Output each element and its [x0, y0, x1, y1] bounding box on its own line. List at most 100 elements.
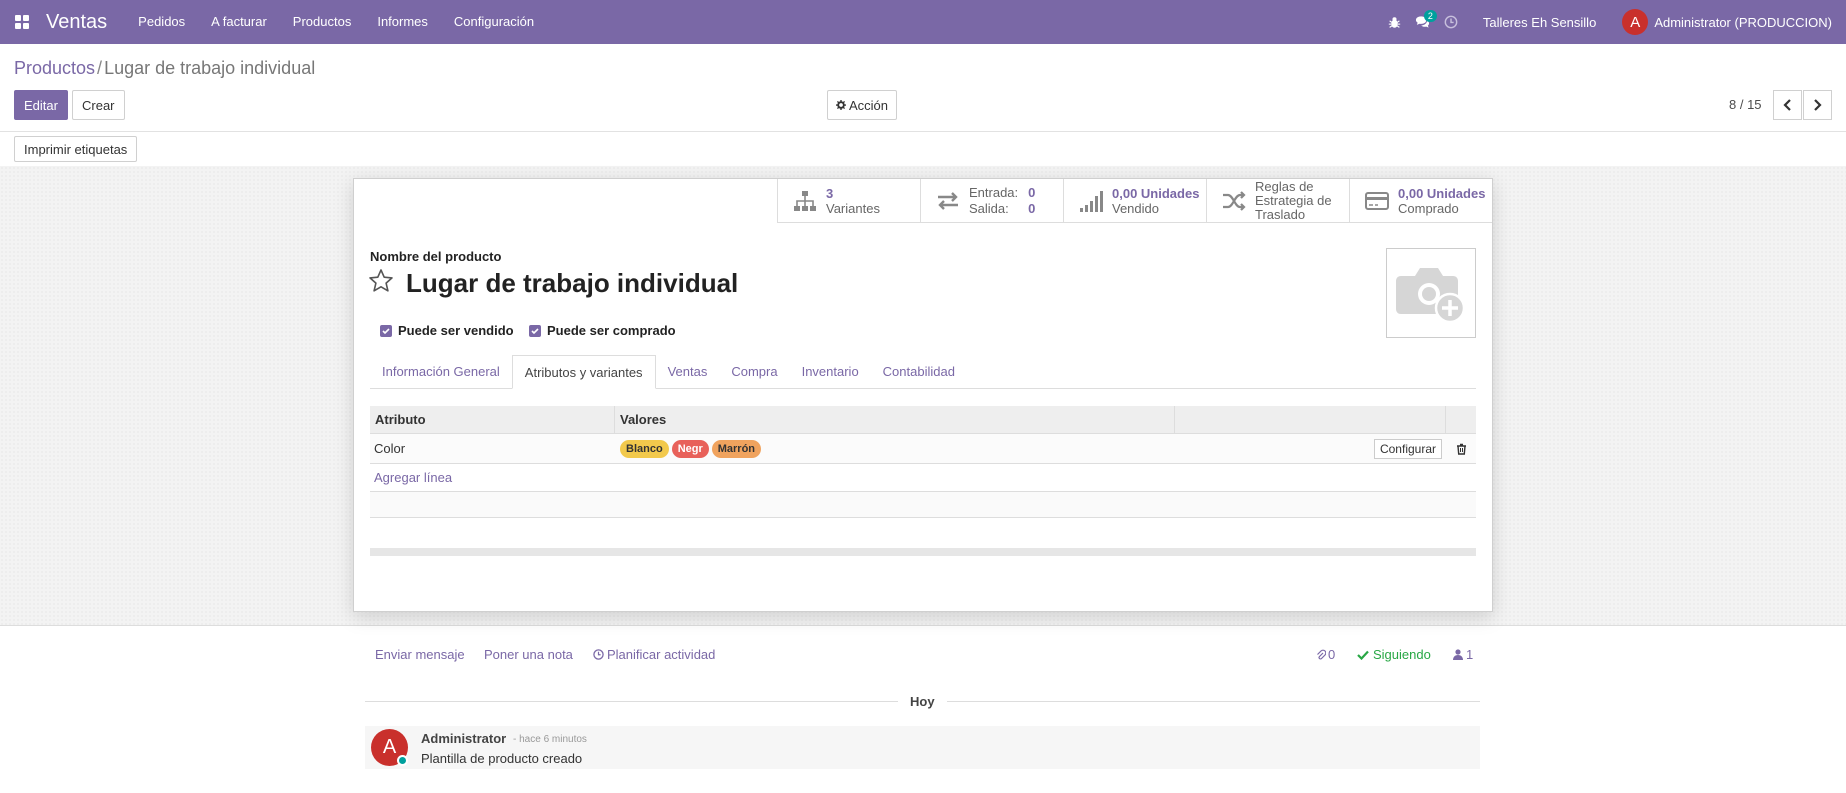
exchange-icon [938, 192, 958, 210]
company-switcher[interactable]: Talleres Eh Sensillo [1465, 15, 1622, 30]
attachments-button[interactable]: 0 [1316, 647, 1335, 662]
tab-compra[interactable]: Compra [719, 355, 789, 388]
configure-button[interactable]: Configurar [1373, 438, 1442, 459]
pager-next-button[interactable] [1803, 90, 1832, 120]
horizontal-scrollbar[interactable] [370, 548, 1476, 556]
signal-bars-icon [1080, 191, 1103, 212]
day-label: Hoy [898, 694, 947, 709]
followers-button[interactable]: 1 [1453, 647, 1473, 662]
message-author[interactable]: Administrator [421, 731, 506, 746]
tab-atributos-variantes[interactable]: Atributos y variantes [511, 355, 656, 389]
pager-value[interactable]: 8 / 15 [1729, 97, 1762, 112]
attachments-count: 0 [1328, 647, 1336, 662]
column-header-atributo[interactable]: Atributo [370, 406, 615, 433]
can-be-sold-field[interactable]: Puede ser vendido [380, 323, 514, 338]
sitemap-icon [794, 191, 816, 211]
menu-a-facturar[interactable]: A facturar [198, 0, 280, 44]
random-icon [1223, 191, 1246, 211]
table-empty-row [370, 492, 1476, 518]
apps-menu-button[interactable] [0, 0, 44, 44]
purchased-label: Comprado [1398, 201, 1459, 216]
action-label: Acción [849, 97, 889, 113]
messaging-menu[interactable]: 2 [1409, 0, 1437, 44]
can-be-purchased-field[interactable]: Puede ser comprado [529, 323, 676, 338]
debug-bug-icon[interactable] [1381, 0, 1409, 44]
online-status-icon [397, 755, 408, 766]
grid-icon [15, 15, 29, 29]
user-avatar: A [1622, 9, 1649, 35]
messages-count-badge: 2 [1423, 10, 1437, 22]
in-label: Entrada: [969, 185, 1019, 200]
configure-cell: Configurar [1175, 438, 1446, 459]
column-header-actions [1446, 406, 1476, 433]
breadcrumb-separator: / [97, 58, 103, 78]
value-tag: Marrón [711, 439, 762, 458]
product-image[interactable] [1386, 248, 1476, 338]
product-name: Lugar de trabajo individual [406, 268, 739, 298]
variants-count: 3 [826, 186, 834, 201]
print-labels-button[interactable]: Imprimir etiquetas [14, 136, 138, 162]
add-line-link[interactable]: Agregar línea [370, 464, 1476, 492]
checkbox-checked-icon[interactable] [529, 324, 541, 337]
trash-icon[interactable] [1456, 443, 1467, 455]
values-cell: Blanco Negr Marrón [615, 439, 1175, 458]
delete-cell [1446, 443, 1476, 455]
following-button[interactable]: Siguiendo [1357, 647, 1431, 662]
breadcrumb-current: Lugar de trabajo individual [104, 58, 316, 78]
chevron-left-icon [1783, 99, 1791, 111]
sold-smart-button[interactable]: 0,00 Unidades Vendido [1063, 179, 1206, 223]
camera-add-icon [1396, 268, 1466, 324]
smart-button-box: 3 Variantes Entrada: 0 Salida: 0 0,00 Unida… [777, 179, 1492, 223]
paperclip-icon [1317, 649, 1326, 660]
variants-smart-button[interactable]: 3 Variantes [777, 179, 920, 223]
column-header-empty [1175, 406, 1446, 433]
star-favorite-icon[interactable] [368, 268, 394, 294]
message-body: Plantilla de producto creado [421, 751, 583, 766]
menu-pedidos[interactable]: Pedidos [125, 0, 198, 44]
chevron-right-icon [1814, 99, 1822, 111]
create-button[interactable]: Crear [72, 90, 125, 120]
action-dropdown[interactable]: Acción [827, 90, 898, 120]
tab-informacion-general[interactable]: Información General [370, 355, 512, 388]
attribute-cell: Color [374, 441, 406, 456]
check-icon [1357, 650, 1369, 660]
menu-informes[interactable]: Informes [364, 0, 441, 44]
value-tag: Blanco [620, 439, 669, 458]
activity-clock-icon[interactable] [1437, 0, 1465, 44]
sold-label: Vendido [1112, 201, 1159, 216]
app-brand[interactable]: Ventas [44, 11, 125, 34]
breadcrumb: Productos / Lugar de trabajo individual [14, 58, 315, 79]
send-message-button[interactable]: Enviar mensaje [375, 647, 465, 662]
attributes-table: Atributo Valores Color Blanco Negr Marrón … [370, 406, 1476, 518]
tab-contabilidad[interactable]: Contabilidad [871, 355, 967, 388]
following-label: Siguiendo [1373, 647, 1431, 662]
column-header-valores[interactable]: Valores [615, 406, 1175, 433]
divider [0, 131, 1846, 132]
value-tag: Negr [671, 439, 709, 458]
top-navbar: Ventas Pedidos A facturar Productos Info… [0, 0, 1846, 44]
pager-previous-button[interactable] [1773, 90, 1802, 120]
product-name-label: Nombre del producto [370, 249, 502, 264]
log-note-button[interactable]: Poner una nota [484, 647, 573, 662]
clock-icon [593, 649, 604, 660]
edit-button[interactable]: Editar [14, 90, 68, 120]
tab-ventas[interactable]: Ventas [656, 355, 720, 388]
breadcrumb-productos[interactable]: Productos [14, 58, 95, 78]
tab-inventario[interactable]: Inventario [790, 355, 871, 388]
menu-productos[interactable]: Productos [280, 0, 365, 44]
chatter-message: A Administrator - hace 6 minutos Plantil… [365, 726, 1480, 769]
table-row[interactable]: Color Blanco Negr Marrón Configurar [370, 434, 1476, 464]
checkbox-checked-icon[interactable] [380, 324, 392, 337]
menu-configuracion[interactable]: Configuración [441, 0, 547, 44]
can-be-sold-label: Puede ser vendido [398, 323, 514, 338]
routes-smart-button[interactable]: Reglas de Estrategia de Traslado [1206, 179, 1349, 223]
purchased-value: 0,00 Unidades [1398, 186, 1486, 201]
schedule-activity-button[interactable]: Planificar actividad [593, 647, 715, 662]
form-sheet: 3 Variantes Entrada: 0 Salida: 0 0,00 Unida… [353, 178, 1493, 612]
in-out-smart-button[interactable]: Entrada: 0 Salida: 0 [920, 179, 1063, 223]
gear-icon [836, 100, 846, 110]
user-menu[interactable]: A Administrator (PRODUCCION) [1622, 9, 1846, 35]
can-be-purchased-label: Puede ser comprado [547, 323, 676, 338]
purchased-smart-button[interactable]: 0,00 Unidades Comprado [1349, 179, 1492, 223]
user-icon [1453, 649, 1463, 660]
